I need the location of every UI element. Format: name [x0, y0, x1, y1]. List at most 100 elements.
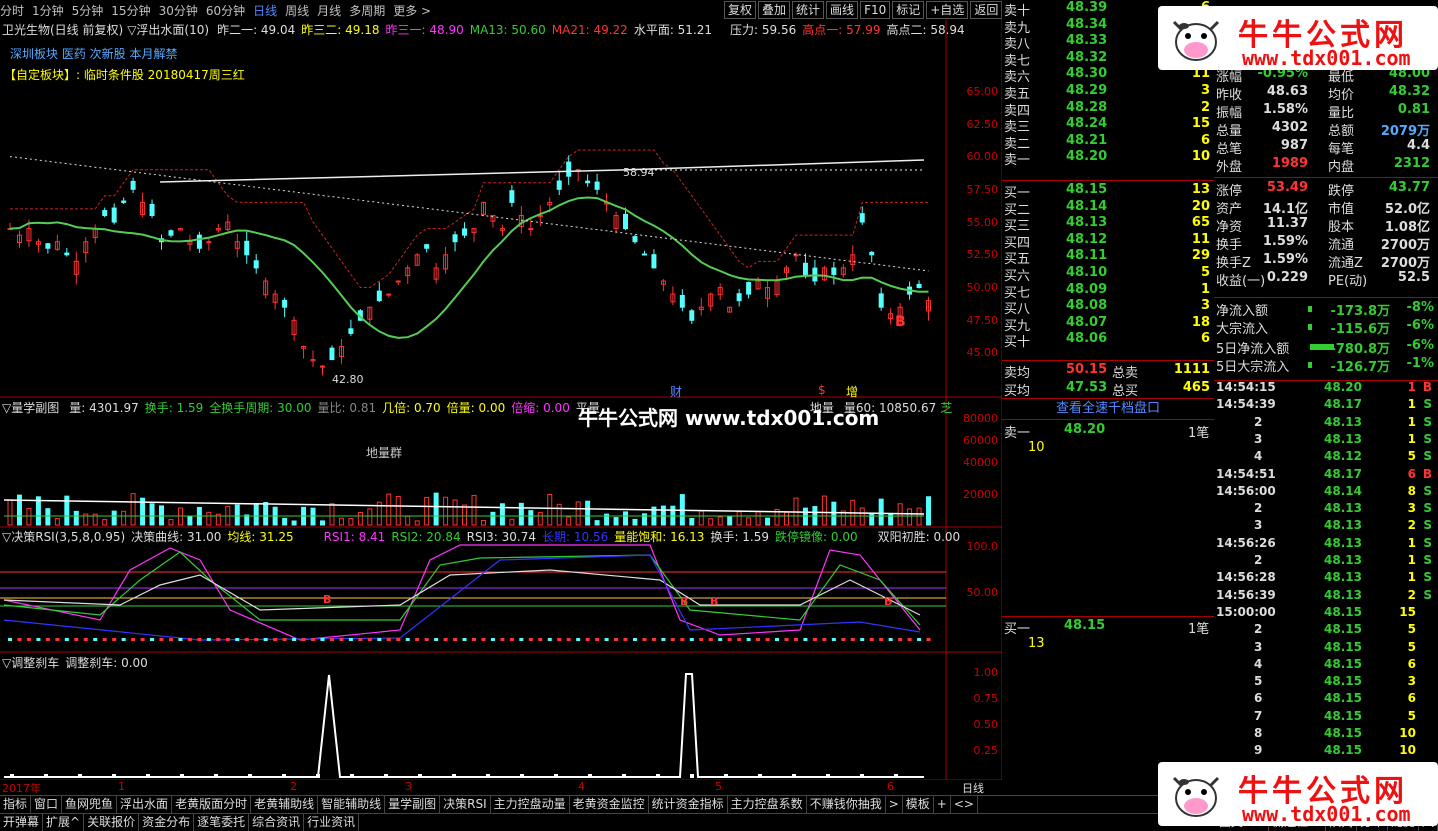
sell-level[interactable]: 卖三 48.24 15: [1002, 116, 1214, 135]
sell-level[interactable]: 卖二 48.21 6: [1002, 132, 1214, 152]
brake-value: 调整刹车: 0.00: [65, 656, 148, 670]
formula-tab[interactable]: 统计资金指标: [649, 796, 728, 813]
formula-tab[interactable]: 模板: [903, 796, 934, 813]
tick-price: 48.13: [1324, 553, 1362, 567]
volume-bar: [424, 496, 430, 526]
info-tab[interactable]: 资金分布: [139, 814, 195, 831]
tick-price: 48.13: [1324, 431, 1362, 446]
volume-bar: [878, 498, 884, 526]
level-price: 48.14: [1066, 198, 1108, 214]
level-volume: 20: [1191, 198, 1210, 214]
buy-level[interactable]: 买一 48.15 13: [1002, 182, 1214, 201]
formula-tab[interactable]: 主力控盘系数: [728, 796, 807, 813]
sell-level[interactable]: 卖四 48.28 2: [1002, 100, 1214, 119]
formula-tab[interactable]: 浮出水面: [117, 796, 173, 813]
volume-bar: [755, 511, 761, 526]
formula-tab[interactable]: 不赚钱你抽我: [807, 796, 886, 813]
level-price: 48.15: [1066, 182, 1108, 197]
xaxis-m3: 3: [405, 780, 412, 793]
rsi-signal-block: [367, 638, 372, 641]
tick-volume: 1: [1407, 570, 1416, 585]
rsi-signal-block: [708, 638, 713, 641]
vol-bl: 倍量: 0.00: [446, 401, 506, 415]
volume-bar: [802, 507, 808, 526]
volume-bar: [641, 513, 647, 526]
info-tab[interactable]: 综合资讯: [249, 814, 305, 831]
level-price: 48.20: [1066, 149, 1108, 165]
tick-time: 5: [1254, 674, 1263, 689]
formula-tab[interactable]: >: [886, 796, 903, 813]
rsi-signal-block: [55, 638, 60, 641]
volume-bar: [253, 504, 259, 526]
marker-b-main: B: [895, 314, 906, 330]
rsi-dt: 跌停镜像: 0.00: [775, 530, 858, 544]
vol-qhs: 全换手周期: 30.00: [209, 401, 312, 415]
formula-tab[interactable]: 窗口: [31, 796, 63, 813]
sell-level[interactable]: 卖五 48.29 3: [1002, 83, 1214, 102]
rsi-signal-block: [737, 638, 742, 641]
tick-row: 4 48.15 6: [1214, 657, 1438, 675]
buy-level[interactable]: 买七 48.09 1: [1002, 282, 1214, 301]
vol-title[interactable]: ▽量学副图: [2, 399, 59, 416]
formula-tab[interactable]: 老黄版面分时: [172, 796, 252, 813]
candle-body: [206, 241, 212, 244]
tick-time: 14:56:00: [1216, 483, 1276, 498]
formula-tab[interactable]: 指标: [0, 796, 32, 813]
tick-row: 8 48.15 10: [1214, 726, 1438, 744]
brake-tick: 0.25: [973, 744, 999, 757]
stat-value: 2312: [1393, 156, 1430, 171]
flow-label: 大宗流入: [1216, 322, 1269, 337]
candle-body: [736, 293, 742, 302]
rsi-signal-block: [860, 638, 865, 641]
rsi-signal-block: [699, 638, 704, 641]
stat-value: 53.49: [1266, 180, 1308, 195]
tick-row: 2 48.13 1 S: [1214, 415, 1438, 433]
formula-tab[interactable]: 鱼网兜鱼: [62, 796, 118, 813]
formula-tab[interactable]: +: [934, 796, 951, 813]
tick-time: 14:56:26: [1216, 535, 1276, 550]
rsi-signal-block: [585, 638, 590, 641]
level-volume: 6: [1200, 132, 1210, 148]
formula-tab[interactable]: 决策RSI: [440, 796, 491, 813]
volume-bar: [594, 520, 600, 526]
tick-list[interactable]: 14:54:15 48.20 1 B 14:54:39 48.17 1 S 2 48.13 1 S 3 4…: [1214, 380, 1438, 780]
buy-level[interactable]: 买三 48.13 65: [1002, 215, 1214, 234]
tick-row: 6 48.15 6: [1214, 691, 1438, 709]
buy-level[interactable]: 买九 48.07 18: [1002, 315, 1214, 334]
info-tab[interactable]: 逐笔委托: [194, 814, 250, 831]
info-tab[interactable]: 开弹幕: [0, 814, 44, 831]
buy-level[interactable]: 买十 48.06 6: [1002, 331, 1214, 351]
info-tab[interactable]: 扩展^: [43, 814, 85, 831]
volume-bar: [528, 510, 534, 526]
volume-bar: [632, 518, 638, 526]
buy-level[interactable]: 买六 48.10 5: [1002, 265, 1214, 284]
buy-level[interactable]: 买五 48.11 29: [1002, 248, 1214, 267]
stat-value: 1.08亿: [1384, 220, 1430, 235]
formula-tab[interactable]: 主力控盘动量: [491, 796, 570, 813]
flow-bar: [1308, 324, 1312, 330]
candle-body: [869, 251, 875, 256]
volume-bar: [54, 518, 60, 526]
buy-level[interactable]: 买二 48.14 20: [1002, 198, 1214, 218]
info-tab[interactable]: 行业资讯: [304, 814, 360, 831]
level-label: 买十: [1004, 335, 1031, 351]
sell-level[interactable]: 卖一 48.20 10: [1002, 149, 1214, 168]
stat-row: 总笔 987 每笔 4.4: [1214, 138, 1438, 157]
formula-tab[interactable]: 老黄资金监控: [570, 796, 649, 813]
time-axis: 2017年 1 2 3 4 5 6 日线: [0, 780, 1002, 795]
brake-title[interactable]: ▽调整刹车: [2, 654, 59, 671]
volume-bar: [537, 512, 543, 526]
rsi-title[interactable]: ▽决策RSI(3,5,8,0.95): [2, 528, 125, 545]
fullbook-button[interactable]: 查看全速千档盘口: [1002, 398, 1214, 420]
rsi-signal-block: [462, 638, 467, 641]
formula-tab[interactable]: 老黄辅助线: [251, 796, 319, 813]
formula-tab[interactable]: 量学副图: [385, 796, 441, 813]
info-tab[interactable]: 关联报价: [84, 814, 140, 831]
buy-level[interactable]: 买四 48.12 11: [1002, 232, 1214, 251]
stat-value: 11.37: [1266, 216, 1308, 231]
rsi-signal-block: [775, 638, 780, 641]
buy-level[interactable]: 买八 48.08 3: [1002, 298, 1214, 317]
formula-tab[interactable]: 智能辅助线: [318, 796, 386, 813]
candle-body: [916, 283, 922, 289]
formula-tab[interactable]: <>: [951, 796, 978, 813]
